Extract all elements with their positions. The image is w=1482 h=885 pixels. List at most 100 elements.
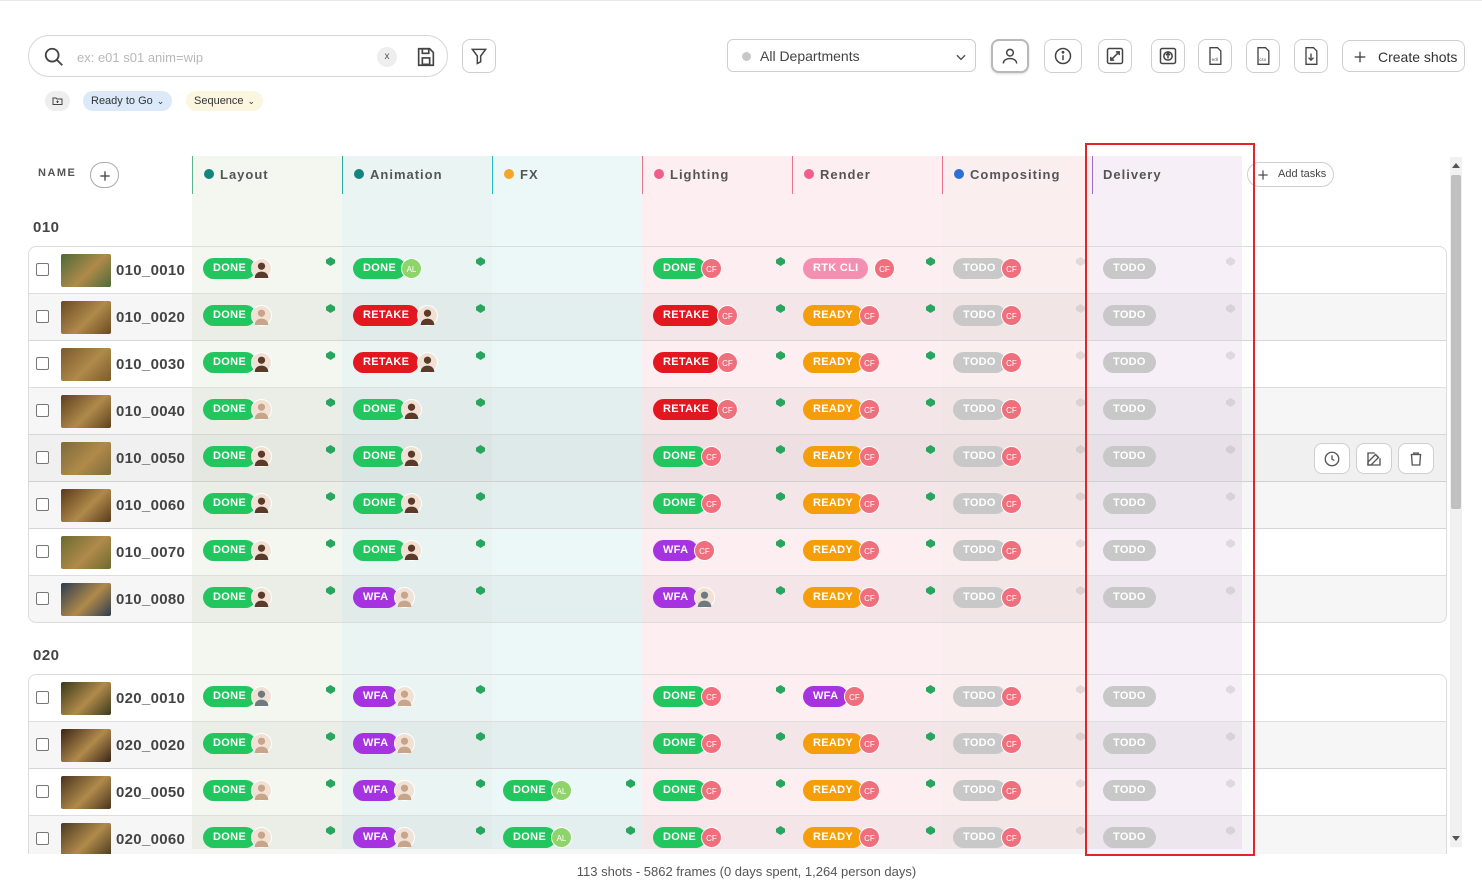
task-status-badge[interactable]: DONE bbox=[203, 733, 256, 754]
assignee-avatar[interactable]: CF bbox=[701, 780, 722, 801]
department-select[interactable]: All Departments bbox=[727, 39, 976, 72]
task-cell-delivery[interactable]: TODO bbox=[1093, 576, 1243, 622]
shot-name[interactable]: 010_0080 bbox=[116, 591, 185, 608]
task-status-badge[interactable]: WFA bbox=[353, 733, 399, 754]
task-cell-compositing[interactable]: TODO CF bbox=[943, 341, 1093, 388]
shot-thumbnail[interactable] bbox=[61, 729, 111, 762]
shot-row[interactable]: 010_0070 DONE DONE WFA CF READY CF TODO CF TODO bbox=[29, 529, 1446, 576]
task-cell-render[interactable]: READY CF bbox=[793, 482, 943, 529]
column-header-lighting[interactable]: Lighting bbox=[642, 156, 792, 194]
download-button[interactable] bbox=[1294, 39, 1328, 73]
task-cell-animation[interactable]: DONE bbox=[343, 482, 493, 529]
row-checkbox[interactable] bbox=[36, 738, 49, 751]
row-checkbox[interactable] bbox=[36, 592, 49, 605]
task-status-badge[interactable]: DONE bbox=[653, 686, 706, 707]
save-search-icon[interactable] bbox=[415, 46, 437, 68]
task-status-badge[interactable]: WFA bbox=[653, 587, 699, 608]
task-status-badge[interactable]: DONE bbox=[203, 305, 256, 326]
task-cell-render[interactable]: READY CF bbox=[793, 294, 943, 341]
shot-row[interactable]: 020_0010 DONE WFA DONE CF WFA CF TODO CF TODO bbox=[29, 675, 1446, 722]
task-cell-delivery[interactable]: TODO bbox=[1093, 388, 1243, 435]
task-cell-delivery[interactable]: TODO bbox=[1093, 482, 1243, 529]
task-status-badge[interactable]: DONE bbox=[653, 780, 706, 801]
task-status-badge[interactable]: TODO bbox=[1103, 399, 1156, 420]
assignee-avatar[interactable] bbox=[394, 827, 415, 848]
task-cell-render[interactable]: READY CF bbox=[793, 816, 943, 854]
assignee-avatar[interactable] bbox=[251, 733, 272, 754]
task-status-badge[interactable]: TODO bbox=[953, 258, 1006, 279]
task-cell-delivery[interactable]: TODO bbox=[1093, 529, 1243, 576]
assignee-avatar[interactable]: CF bbox=[859, 399, 880, 420]
task-cell-render[interactable]: READY CF bbox=[793, 435, 943, 482]
task-status-badge[interactable]: TODO bbox=[953, 399, 1006, 420]
task-status-badge[interactable]: READY bbox=[803, 493, 864, 514]
task-status-badge[interactable]: DONE bbox=[653, 493, 706, 514]
export-edl-button[interactable]: edl bbox=[1198, 39, 1232, 73]
shot-row[interactable]: 010_0060 DONE DONE DONE CF READY CF TODO CF TODO bbox=[29, 482, 1446, 529]
row-checkbox[interactable] bbox=[36, 404, 49, 417]
task-cell-fx[interactable] bbox=[493, 675, 643, 722]
shot-thumbnail[interactable] bbox=[61, 489, 111, 522]
delete-button[interactable] bbox=[1398, 443, 1434, 474]
task-status-badge[interactable]: RETAKE bbox=[653, 305, 720, 326]
task-cell-compositing[interactable]: TODO CF bbox=[943, 388, 1093, 435]
task-status-badge[interactable]: DONE bbox=[353, 258, 406, 279]
shot-name[interactable]: 020_0060 bbox=[116, 831, 185, 848]
info-button[interactable] bbox=[1044, 39, 1082, 73]
task-status-badge[interactable]: DONE bbox=[503, 827, 556, 848]
assignee-avatar[interactable]: CF bbox=[859, 780, 880, 801]
task-status-badge[interactable]: TODO bbox=[1103, 305, 1156, 326]
task-status-badge[interactable]: WFA bbox=[653, 540, 699, 561]
task-status-badge[interactable]: DONE bbox=[203, 827, 256, 848]
assignee-avatar[interactable]: CF bbox=[1001, 446, 1022, 467]
task-cell-animation[interactable]: DONE bbox=[343, 388, 493, 435]
scroll-up-icon[interactable] bbox=[1452, 163, 1460, 168]
task-cell-animation[interactable]: RETAKE bbox=[343, 294, 493, 341]
assignee-avatar[interactable] bbox=[394, 780, 415, 801]
task-cell-compositing[interactable]: TODO CF bbox=[943, 816, 1093, 854]
task-cell-fx[interactable] bbox=[493, 722, 643, 769]
shot-name[interactable]: 010_0030 bbox=[116, 356, 185, 373]
task-cell-lighting[interactable]: DONE CF bbox=[643, 722, 793, 769]
shot-name[interactable]: 010_0040 bbox=[116, 403, 185, 420]
task-status-badge[interactable]: DONE bbox=[653, 446, 706, 467]
assignee-avatar[interactable]: CF bbox=[1001, 827, 1022, 848]
task-status-badge[interactable]: TODO bbox=[1103, 446, 1156, 467]
assignee-avatar[interactable]: CF bbox=[1001, 258, 1022, 279]
shot-row[interactable]: 010_0030 DONE RETAKE RETAKE CF READY CF TODO CF T… bbox=[29, 341, 1446, 388]
assignee-avatar[interactable]: CF bbox=[1001, 305, 1022, 326]
task-cell-fx[interactable] bbox=[493, 576, 643, 622]
task-cell-render[interactable]: READY CF bbox=[793, 769, 943, 816]
task-cell-animation[interactable]: WFA bbox=[343, 576, 493, 622]
assignee-avatar[interactable]: CF bbox=[1001, 587, 1022, 608]
task-cell-compositing[interactable]: TODO CF bbox=[943, 294, 1093, 341]
task-status-badge[interactable]: TODO bbox=[1103, 686, 1156, 707]
add-tasks-button[interactable]: Add tasks bbox=[1247, 162, 1334, 187]
row-checkbox[interactable] bbox=[36, 310, 49, 323]
task-status-badge[interactable]: READY bbox=[803, 305, 864, 326]
task-status-badge[interactable]: DONE bbox=[653, 258, 706, 279]
name-column-header[interactable]: NAME bbox=[38, 167, 76, 179]
assignee-avatar[interactable]: CF bbox=[859, 352, 880, 373]
task-status-badge[interactable]: RTK CLI bbox=[803, 258, 869, 279]
assignee-avatar[interactable]: CF bbox=[701, 686, 722, 707]
search-bar[interactable]: x bbox=[28, 35, 448, 77]
assignee-avatar[interactable]: CF bbox=[1001, 352, 1022, 373]
shot-thumbnail[interactable] bbox=[61, 348, 111, 381]
column-header-layout[interactable]: Layout bbox=[192, 156, 342, 194]
row-checkbox[interactable] bbox=[36, 357, 49, 370]
task-status-badge[interactable]: TODO bbox=[953, 587, 1006, 608]
task-status-badge[interactable]: DONE bbox=[203, 446, 256, 467]
assignee-avatar[interactable]: CF bbox=[859, 540, 880, 561]
task-status-badge[interactable]: RETAKE bbox=[653, 352, 720, 373]
task-cell-animation[interactable]: DONE bbox=[343, 435, 493, 482]
task-cell-lighting[interactable]: DONE CF bbox=[643, 769, 793, 816]
task-cell-animation[interactable]: WFA bbox=[343, 816, 493, 854]
assignee-avatar[interactable]: CF bbox=[859, 493, 880, 514]
task-cell-lighting[interactable]: DONE CF bbox=[643, 247, 793, 294]
task-cell-delivery[interactable]: TODO bbox=[1093, 294, 1243, 341]
assignee-avatar[interactable] bbox=[417, 352, 438, 373]
task-cell-fx[interactable] bbox=[493, 482, 643, 529]
task-status-badge[interactable]: TODO bbox=[953, 493, 1006, 514]
task-status-badge[interactable]: DONE bbox=[203, 780, 256, 801]
